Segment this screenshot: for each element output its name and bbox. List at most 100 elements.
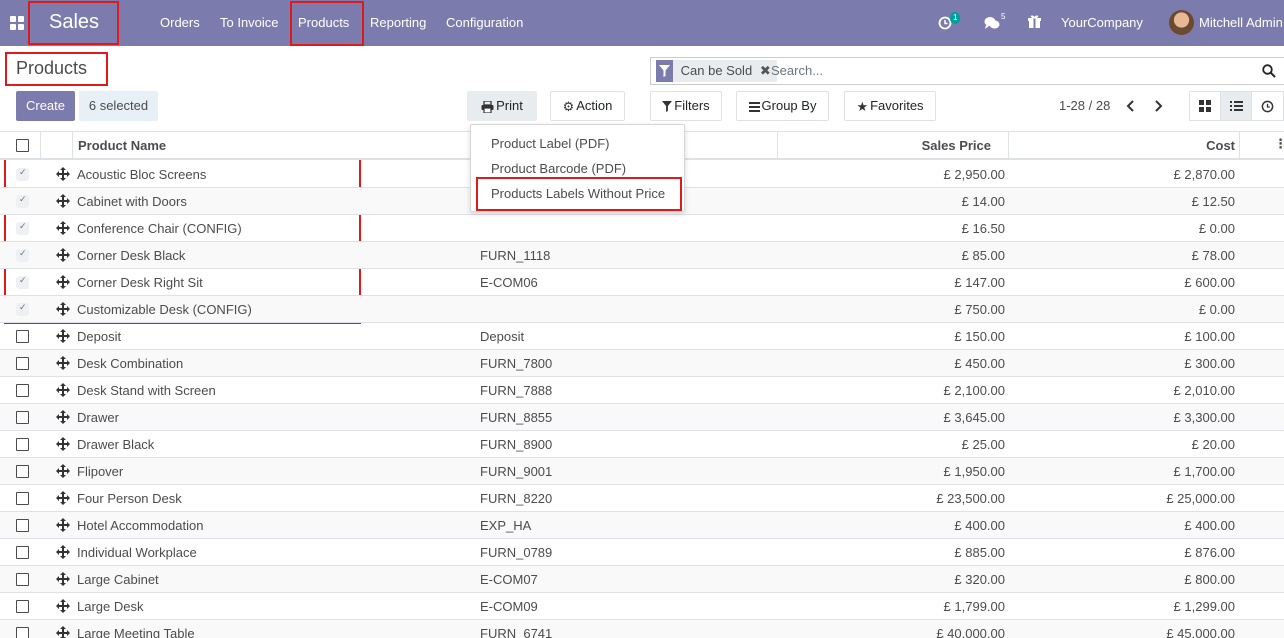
row-checkbox[interactable] — [16, 248, 29, 262]
table-row[interactable]: Desk Stand with Screen FURN_7888 £ 2,100… — [0, 377, 1284, 404]
drag-handle-icon[interactable] — [56, 599, 70, 613]
table-row[interactable]: Four Person Desk FURN_8220 £ 23,500.00 £… — [0, 485, 1284, 512]
menu-orders[interactable]: Orders — [160, 0, 200, 46]
search-icon[interactable] — [1262, 64, 1276, 78]
menu-reporting[interactable]: Reporting — [370, 0, 426, 46]
drag-handle-icon[interactable] — [56, 248, 70, 262]
product-ref-cell: FURN_8220 — [480, 491, 553, 506]
table-row[interactable]: Corner Desk Right Sit E-COM06 £ 147.00 £… — [0, 269, 1284, 296]
create-button[interactable]: Create — [16, 91, 75, 121]
table-row[interactable]: Individual Workplace FURN_0789 £ 885.00 … — [0, 539, 1284, 566]
print-labels-without-price[interactable]: Products Labels Without Price — [491, 186, 665, 201]
search-input[interactable]: Search... — [771, 63, 823, 78]
row-checkbox[interactable] — [16, 384, 29, 397]
drag-handle-icon[interactable] — [56, 464, 70, 478]
row-checkbox[interactable] — [16, 600, 29, 613]
app-brand[interactable]: Sales — [30, 2, 118, 43]
row-checkbox[interactable] — [16, 492, 29, 505]
column-product-name[interactable]: Product Name — [78, 138, 166, 153]
drag-handle-icon[interactable] — [56, 356, 70, 370]
cost-cell: £ 3,300.00 — [1173, 410, 1235, 425]
row-checkbox[interactable] — [16, 194, 29, 208]
sales-price-cell: £ 2,950.00 — [943, 167, 1005, 182]
groupby-button[interactable]: Group By — [736, 91, 829, 121]
drag-handle-icon[interactable] — [56, 194, 70, 208]
gift-icon[interactable] — [1028, 15, 1041, 29]
table-row[interactable]: Large Desk E-COM09 £ 1,799.00 £ 1,299.00 — [0, 593, 1284, 620]
menu-products[interactable]: Products — [298, 0, 349, 46]
row-checkbox[interactable] — [16, 275, 29, 289]
drag-handle-icon[interactable] — [56, 572, 70, 586]
table-row[interactable]: Hotel Accommodation EXP_HA £ 400.00 £ 40… — [0, 512, 1284, 539]
row-checkbox[interactable] — [16, 573, 29, 586]
user-avatar[interactable] — [1169, 10, 1194, 35]
page-title: Products — [16, 58, 88, 78]
drag-handle-icon[interactable] — [56, 302, 70, 316]
drag-handle-icon[interactable] — [56, 437, 70, 451]
chevron-right-icon[interactable] — [1151, 98, 1165, 114]
column-options-icon[interactable]: ⋮ — [1274, 136, 1284, 152]
filters-button[interactable]: Filters — [650, 91, 722, 121]
print-button[interactable]: Print — [467, 91, 537, 121]
drag-handle-icon[interactable] — [56, 491, 70, 505]
table-row[interactable]: Desk Combination FURN_7800 £ 450.00 £ 30… — [0, 350, 1284, 377]
row-checkbox[interactable] — [16, 519, 29, 532]
table-row[interactable]: Customizable Desk (CONFIG) £ 750.00 £ 0.… — [0, 296, 1284, 323]
drag-handle-icon[interactable] — [56, 383, 70, 397]
row-checkbox[interactable] — [16, 302, 29, 316]
product-ref-cell: FURN_8900 — [480, 437, 553, 452]
table-row[interactable]: Drawer FURN_8855 £ 3,645.00 £ 3,300.00 — [0, 404, 1284, 431]
search-facet[interactable]: Can be Sold ✖ — [656, 60, 777, 82]
product-ref-cell: FURN_9001 — [480, 464, 553, 479]
user-menu[interactable]: Mitchell Admin — [1199, 0, 1283, 46]
row-checkbox[interactable] — [16, 546, 29, 559]
company-switcher[interactable]: YourCompany — [1061, 0, 1143, 46]
row-checkbox[interactable] — [16, 167, 29, 181]
star-icon: ★ — [856, 98, 869, 114]
row-checkbox[interactable] — [16, 357, 29, 370]
row-checkbox[interactable] — [16, 221, 29, 235]
table-row[interactable]: Corner Desk Black FURN_1118 £ 85.00 £ 78… — [0, 242, 1284, 269]
row-checkbox[interactable] — [16, 438, 29, 451]
product-name-cell: Flipover — [77, 464, 124, 479]
chevron-left-icon[interactable] — [1124, 98, 1138, 114]
facet-remove-icon[interactable]: ✖ — [760, 63, 771, 78]
drag-handle-icon[interactable] — [56, 221, 70, 235]
drag-handle-icon[interactable] — [56, 518, 70, 532]
list-icon — [1230, 101, 1243, 111]
table-row[interactable]: Drawer Black FURN_8900 £ 25.00 £ 20.00 — [0, 431, 1284, 458]
table-row[interactable]: Large Meeting Table FURN_6741 £ 40,000.0… — [0, 620, 1284, 638]
table-row[interactable]: Conference Chair (CONFIG) £ 16.50 £ 0.00 — [0, 215, 1284, 242]
apps-menu-icon[interactable] — [10, 16, 24, 30]
print-product-label[interactable]: Product Label (PDF) — [491, 136, 610, 151]
product-name-cell: Hotel Accommodation — [77, 518, 204, 533]
cost-cell: £ 876.00 — [1184, 545, 1235, 560]
row-checkbox[interactable] — [16, 330, 29, 343]
table-row[interactable]: Flipover FURN_9001 £ 1,950.00 £ 1,700.00 — [0, 458, 1284, 485]
row-checkbox[interactable] — [16, 627, 29, 638]
drag-handle-icon[interactable] — [56, 626, 70, 638]
print-product-barcode[interactable]: Product Barcode (PDF) — [491, 161, 626, 176]
pager-value[interactable]: 1-28 / 28 — [1059, 98, 1110, 113]
favorites-button[interactable]: ★ Favorites — [844, 91, 936, 121]
drag-handle-icon[interactable] — [56, 275, 70, 289]
drag-handle-icon[interactable] — [56, 167, 70, 181]
table-row[interactable]: Deposit Deposit £ 150.00 £ 100.00 — [0, 323, 1284, 350]
action-button[interactable]: ⚙ Action — [550, 91, 625, 121]
activity-view-button[interactable] — [1251, 91, 1284, 121]
list-view-button[interactable] — [1220, 91, 1252, 121]
select-all-checkbox[interactable] — [16, 139, 29, 152]
product-name-cell: Acoustic Bloc Screens — [77, 167, 207, 182]
table-row[interactable]: Large Cabinet E-COM07 £ 320.00 £ 800.00 — [0, 566, 1284, 593]
row-checkbox[interactable] — [16, 465, 29, 478]
kanban-view-button[interactable] — [1189, 91, 1221, 121]
drag-handle-icon[interactable] — [56, 545, 70, 559]
column-sales-price[interactable]: Sales Price — [922, 138, 991, 153]
row-checkbox[interactable] — [16, 411, 29, 424]
drag-handle-icon[interactable] — [56, 410, 70, 424]
column-cost[interactable]: Cost — [1206, 138, 1235, 153]
menu-to-invoice[interactable]: To Invoice — [220, 0, 279, 46]
menu-configuration[interactable]: Configuration — [446, 0, 523, 46]
drag-handle-icon[interactable] — [56, 329, 70, 343]
search-bar[interactable]: Can be Sold ✖ Search... — [650, 57, 1284, 85]
